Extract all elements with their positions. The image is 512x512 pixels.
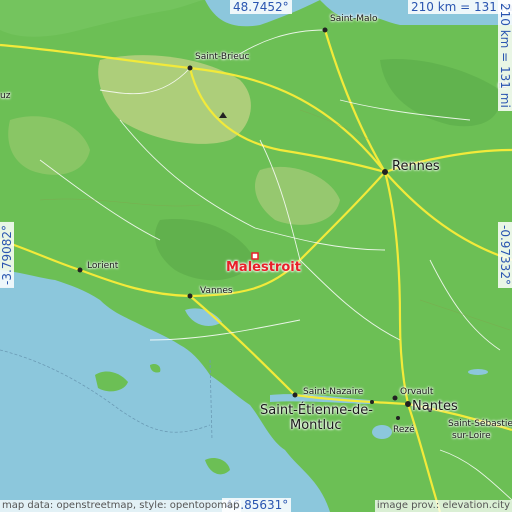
city-label-nantes: Nantes <box>412 399 458 414</box>
city-label-saint-etienne-line2: Montluc <box>290 418 342 433</box>
map-view[interactable]: Saint-Malo Saint-Brieuc Rennes Lorient V… <box>0 0 512 512</box>
top-latitude: 48.7452° <box>230 0 292 14</box>
city-label-saint-etienne-line1: Saint-Étienne-de- <box>260 403 373 418</box>
marker-label-malestroit: Malestroit <box>226 260 301 275</box>
city-label-reze: Rezé <box>393 425 415 435</box>
map-credit: map data: openstreetmap, style: opentopo… <box>0 500 242 512</box>
city-label-saint-malo: Saint-Malo <box>330 14 378 24</box>
city-label-lorient: Lorient <box>87 261 119 271</box>
city-label-vannes: Vannes <box>200 286 233 296</box>
city-label-partial-left: uz <box>0 91 11 101</box>
map-terrain <box>0 0 512 512</box>
city-label-rennes: Rennes <box>392 159 440 174</box>
scale-top: 210 km = 131 mi <box>408 0 512 14</box>
city-label-saint-sebastien-line1: Saint-Sébastien- <box>448 419 512 429</box>
city-label-saint-brieuc: Saint-Brieuc <box>195 52 250 62</box>
city-label-saint-sebastien-line2: sur-Loire <box>452 431 491 441</box>
left-longitude: -3.79082° <box>0 222 14 288</box>
scale-right: 210 km = 131 mi <box>498 0 512 111</box>
city-label-saint-nazaire: Saint-Nazaire <box>303 387 364 397</box>
city-label-orvault: Orvault <box>400 387 434 397</box>
image-credit: image prov.: elevation.city <box>374 500 512 512</box>
right-longitude: -0.97332° <box>498 222 512 288</box>
